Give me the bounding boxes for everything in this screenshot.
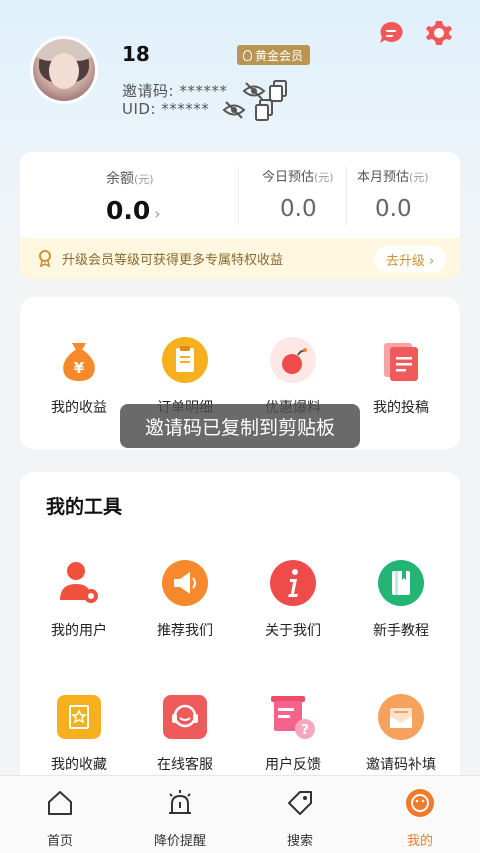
medal-icon xyxy=(243,49,252,61)
tool-customer-service[interactable]: 在线客服 xyxy=(132,694,238,774)
invite-code-text: 邀请码: ****** xyxy=(122,82,228,100)
tool-label: 在线客服 xyxy=(157,757,213,773)
tool-tutorial[interactable]: 新手教程 xyxy=(348,560,454,640)
user-settings-icon xyxy=(60,562,98,603)
divider xyxy=(346,166,347,226)
today-estimate-label: 今日预估(元) xyxy=(262,170,334,185)
bottom-nav: 首页 降价提醒 搜索 我的 xyxy=(0,775,480,853)
toast-message: 邀请码已复制到剪贴板 xyxy=(120,404,360,448)
book-icon xyxy=(378,560,424,606)
balance-value[interactable]: 0.0 › xyxy=(106,196,161,225)
money-bag-icon: ¥ xyxy=(63,343,95,381)
tool-invite-code-fill[interactable]: 邀请码补填 xyxy=(348,694,454,774)
today-estimate-value: 0.0 xyxy=(280,196,317,222)
quick-item-posts[interactable]: 我的投稿 xyxy=(348,337,454,417)
divider xyxy=(238,166,239,226)
chevron-right-icon: › xyxy=(154,204,161,223)
tools-title: 我的工具 xyxy=(46,496,123,518)
nav-search[interactable]: 搜索 xyxy=(240,788,360,849)
tool-label: 推荐我们 xyxy=(157,623,213,639)
tool-feedback[interactable]: ? 用户反馈 xyxy=(240,694,346,774)
balance-label: 余额(元) xyxy=(106,171,154,187)
tool-about[interactable]: 关于我们 xyxy=(240,560,346,640)
tool-favorites[interactable]: 我的收藏 xyxy=(26,694,132,774)
bomb-icon xyxy=(270,337,316,383)
megaphone-icon xyxy=(162,560,208,606)
tool-recommend[interactable]: 推荐我们 xyxy=(132,560,238,640)
nav-home[interactable]: 首页 xyxy=(0,788,120,849)
nav-label: 搜索 xyxy=(286,834,313,849)
upgrade-button[interactable]: 去升级 › xyxy=(374,246,446,272)
tool-label: 我的用户 xyxy=(51,623,107,639)
vip-label: 黄金会员 xyxy=(255,48,304,63)
month-estimate-label: 本月预估(元) xyxy=(357,170,429,185)
upgrade-text: 升级会员等级可获得更多专属特权收益 xyxy=(62,253,284,268)
uid-row: UID: ****** xyxy=(122,100,209,118)
message-icon[interactable] xyxy=(376,18,406,48)
username: 18 xyxy=(122,42,150,66)
order-clipboard-icon xyxy=(162,337,208,383)
tool-my-users[interactable]: 我的用户 xyxy=(26,560,132,640)
settings-gear-icon[interactable] xyxy=(424,18,454,48)
info-icon xyxy=(270,560,316,606)
month-estimate-value: 0.0 xyxy=(375,196,412,222)
invite-code-row: 邀请码: ****** xyxy=(122,80,227,101)
tool-label: 我的收藏 xyxy=(51,757,107,773)
quick-item-earnings[interactable]: ¥ 我的收益 xyxy=(26,337,132,417)
tool-label: 关于我们 xyxy=(265,623,321,639)
uid-text: UID: ****** xyxy=(122,100,210,118)
medal-icon xyxy=(39,250,51,267)
tool-label: 新手教程 xyxy=(373,623,429,639)
document-icon xyxy=(384,343,418,381)
tool-label: 用户反馈 xyxy=(265,757,321,773)
tool-label: 邀请码补填 xyxy=(366,757,436,773)
favorite-icon xyxy=(57,695,101,739)
tag-icon xyxy=(288,791,312,815)
svg-text:?: ? xyxy=(301,723,309,738)
nav-price-alert[interactable]: 降价提醒 xyxy=(120,788,240,849)
envelope-icon xyxy=(378,694,424,740)
customer-service-icon xyxy=(163,695,207,739)
copy-icon[interactable] xyxy=(254,98,274,122)
balance-card: 余额(元) 0.0 › 今日预估(元) 0.0 本月预估(元) 0.0 升级会员等… xyxy=(20,152,460,279)
nav-mine[interactable]: 我的 xyxy=(360,788,480,849)
nav-label: 我的 xyxy=(406,834,433,849)
alarm-icon xyxy=(169,790,191,814)
home-icon xyxy=(48,791,72,815)
vip-badge: 黄金会员 xyxy=(237,45,311,65)
nav-label: 降价提醒 xyxy=(153,834,206,849)
svg-text:¥: ¥ xyxy=(74,359,85,377)
tools-card: 我的工具 我的用户 推荐我们 关于我们 新手教程 我的收藏 在线客服 ? 用户反… xyxy=(20,472,460,792)
profile-icon xyxy=(406,789,434,817)
quick-item-label: 我的收益 xyxy=(51,400,107,416)
avatar[interactable] xyxy=(30,36,98,104)
eye-off-icon[interactable] xyxy=(222,100,246,120)
upgrade-banner[interactable]: 升级会员等级可获得更多专属特权收益 去升级 › xyxy=(20,238,460,279)
nav-label: 首页 xyxy=(46,834,73,849)
quick-item-label: 我的投稿 xyxy=(373,400,429,416)
feedback-icon: ? xyxy=(271,696,315,739)
